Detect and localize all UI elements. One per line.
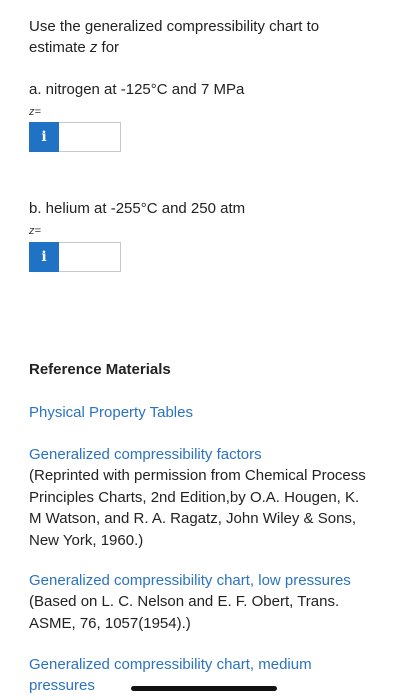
part-a-answer-input[interactable] <box>59 122 121 152</box>
info-icon[interactable]: i <box>29 122 59 152</box>
part-a-label: a. nitrogen at -125°C and 7 MPa <box>29 81 245 98</box>
question-line-2: estimate z for <box>29 37 319 58</box>
part-a-z-label: z= <box>29 106 41 118</box>
link-physical-property-tables[interactable]: Physical Property Tables <box>29 402 193 423</box>
question-line-1: Use the generalized compressibility char… <box>29 18 320 35</box>
part-b-z-label: z= <box>29 225 41 237</box>
question-line-2-prefix: estimate <box>29 39 90 56</box>
reference-note: (Based on L. C. Nelson and E. F. Obert, … <box>29 593 340 632</box>
part-b-answer-row: i <box>29 242 121 274</box>
info-icon-glyph: i <box>41 249 47 265</box>
reference-note: (Reprinted with permission from Chemical… <box>29 467 366 549</box>
question-line-2-suffix: for <box>97 39 120 56</box>
reference-heading: Reference Materials <box>29 361 171 378</box>
link-compressibility-chart-low-pressures[interactable]: Generalized compressibility chart, low p… <box>29 570 351 591</box>
info-icon[interactable]: i <box>29 242 59 272</box>
part-a-answer-row: i <box>29 122 121 154</box>
part-b-label: b. helium at -255°C and 250 atm <box>29 200 246 217</box>
part-b-answer-input[interactable] <box>59 242 121 272</box>
link-generalized-compressibility-factors[interactable]: Generalized compressibility factors <box>29 444 262 465</box>
info-icon-glyph: i <box>41 129 47 145</box>
home-indicator[interactable] <box>131 686 277 691</box>
question-text: Use the generalized compressibility char… <box>29 16 319 58</box>
